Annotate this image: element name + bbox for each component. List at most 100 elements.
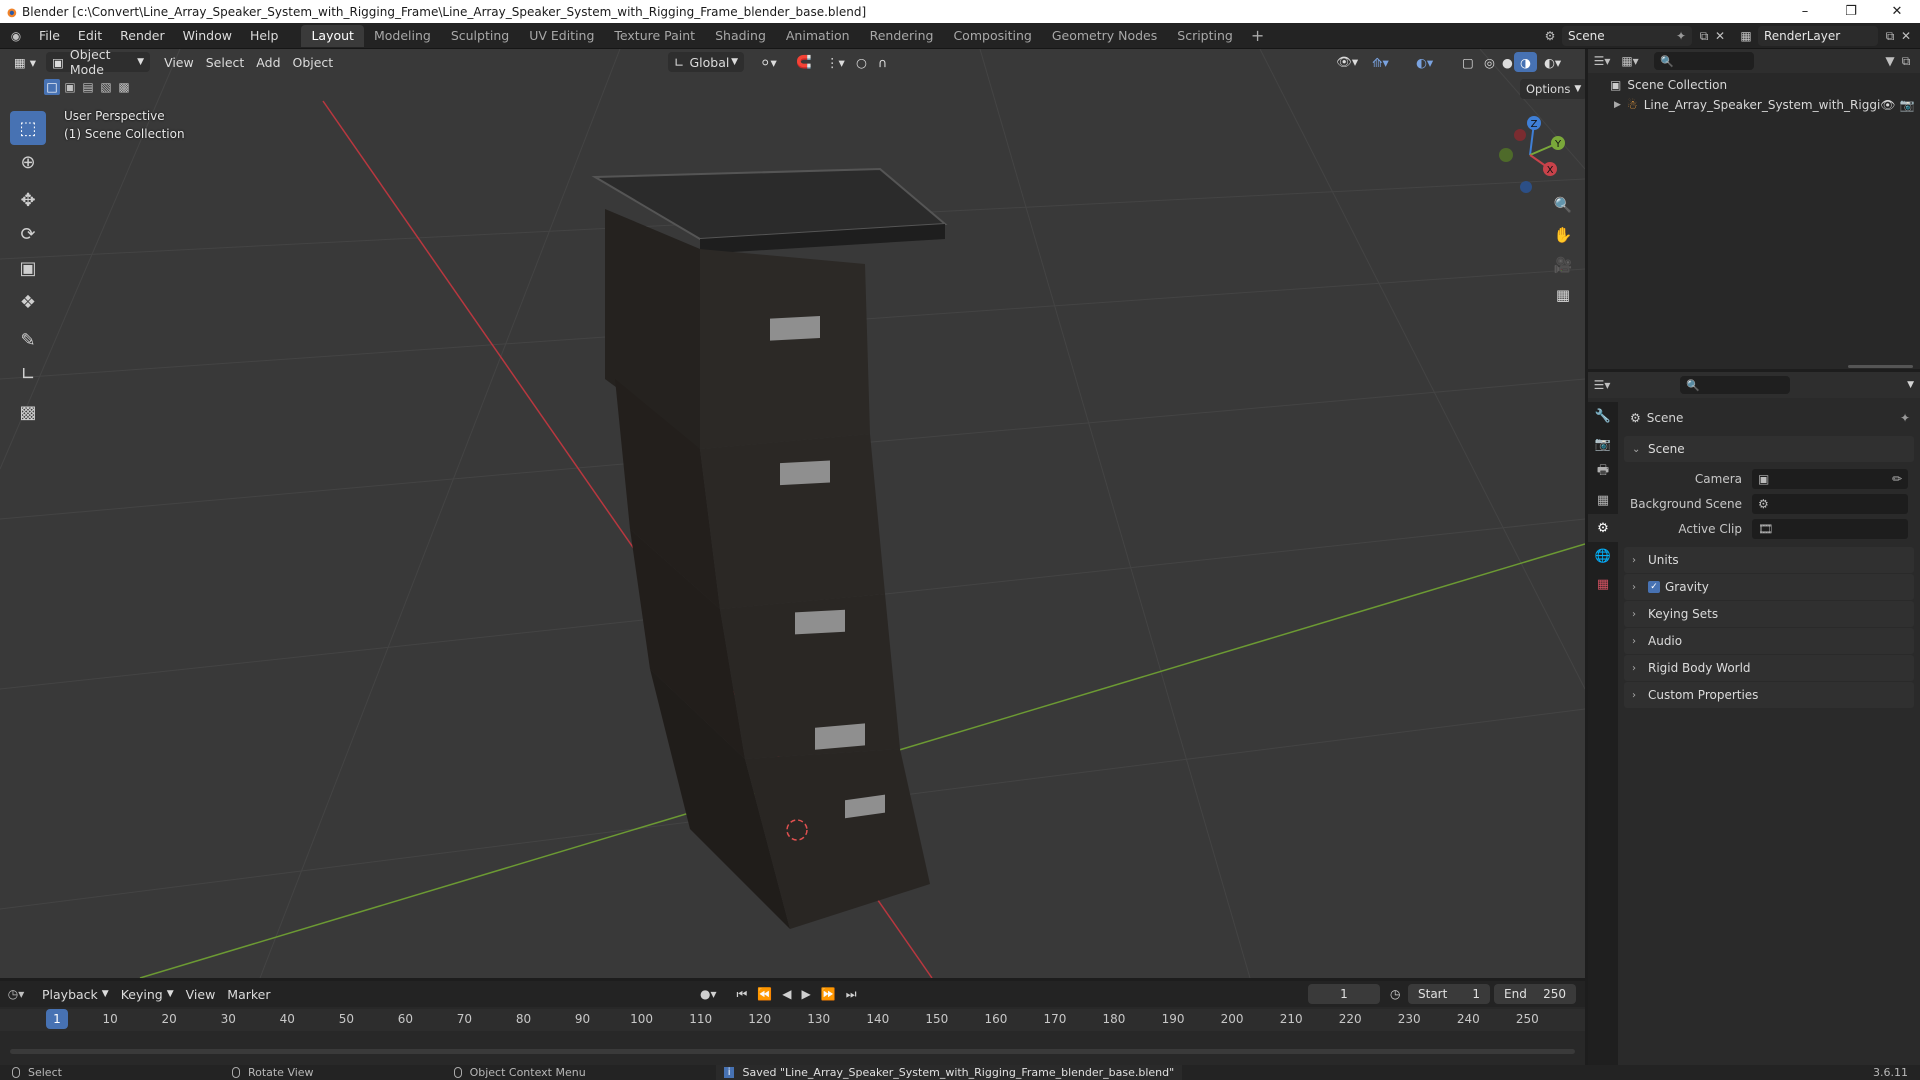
play-icon[interactable]: ▶ xyxy=(802,987,811,1001)
mode-dropdown[interactable]: ▣ Object Mode ▼ xyxy=(46,49,151,77)
tab-shading[interactable]: Shading xyxy=(705,25,776,47)
background-scene-field[interactable]: ⚙ xyxy=(1752,493,1908,514)
annotate-tool[interactable]: ✎ xyxy=(10,323,46,357)
render-layer-icon[interactable]: ▦ xyxy=(1738,28,1754,44)
scene-selector[interactable]: Scene ✦ xyxy=(1562,26,1692,46)
camera-view-icon[interactable]: 🎥 xyxy=(1549,251,1577,279)
tab-rendering[interactable]: Rendering xyxy=(860,25,944,47)
panel-keying-sets[interactable]: › Keying Sets xyxy=(1624,601,1914,627)
panel-custom-properties[interactable]: › Custom Properties xyxy=(1624,682,1914,708)
menu-render[interactable]: Render xyxy=(111,23,174,49)
measure-tool[interactable]: ∟ xyxy=(10,357,46,391)
gravity-checkbox[interactable]: ✓ xyxy=(1648,581,1660,593)
tab-sculpting[interactable]: Sculpting xyxy=(441,25,519,47)
active-clip-field[interactable]: 🎞 xyxy=(1752,518,1908,539)
select-subtract-icon[interactable]: ▤ xyxy=(80,79,96,95)
record-icon[interactable]: ●▾ xyxy=(700,987,717,1001)
next-keyframe-icon[interactable]: ⏩ xyxy=(821,987,836,1001)
tree-row-scene-collection[interactable]: ▣ Scene Collection xyxy=(1588,75,1920,95)
scale-tool[interactable]: ▣ xyxy=(10,251,46,285)
move-tool[interactable]: ✥ xyxy=(10,183,46,217)
select-extend-icon[interactable]: ▣ xyxy=(62,79,78,95)
maximize-button[interactable]: ❐ xyxy=(1828,0,1874,23)
render-layer-selector[interactable]: RenderLayer xyxy=(1758,26,1878,46)
tree-row-object[interactable]: ▶ ☃ Line_Array_Speaker_System_with_Riggi… xyxy=(1588,95,1920,115)
start-frame-field[interactable]: Start 1 xyxy=(1408,984,1490,1004)
menu-marker[interactable]: Marker xyxy=(221,984,276,1004)
menu-edit[interactable]: Edit xyxy=(69,23,111,49)
menu-timeline-view[interactable]: View xyxy=(180,984,222,1004)
menu-add[interactable]: Add xyxy=(250,52,286,72)
new-layer-icon[interactable]: ⧉ xyxy=(1882,28,1898,44)
proportional-edit-icon[interactable]: ○ xyxy=(850,52,873,72)
panel-units[interactable]: › Units xyxy=(1624,547,1914,573)
menu-view[interactable]: View xyxy=(158,52,200,72)
tab-tool-icon[interactable]: 🔧 xyxy=(1588,402,1618,430)
tab-world-icon[interactable]: 🌐 xyxy=(1588,542,1618,570)
tab-geometry-nodes[interactable]: Geometry Nodes xyxy=(1042,25,1167,47)
render-camera-icon[interactable]: 📷 xyxy=(1900,98,1915,112)
outliner-scrollbar[interactable] xyxy=(1848,365,1913,368)
tab-texture-icon[interactable]: ▦ xyxy=(1588,570,1618,598)
material-shading-icon[interactable]: ◑ xyxy=(1514,52,1537,72)
tab-texture-paint[interactable]: Texture Paint xyxy=(604,25,705,47)
tab-uv-editing[interactable]: UV Editing xyxy=(519,25,604,47)
editor-type-icon[interactable]: ▦ ▾ xyxy=(8,52,42,72)
cursor-tool[interactable]: ⊕ xyxy=(10,145,46,179)
rotate-tool[interactable]: ⟳ xyxy=(10,217,46,251)
outliner-search-input[interactable]: 🔍 xyxy=(1654,52,1754,70)
add-cube-tool[interactable]: ▩ xyxy=(10,395,46,429)
3d-viewport[interactable]: ▦ ▾ ▣ Object Mode ▼ View Select Add Obje… xyxy=(0,49,1585,978)
transform-tool[interactable]: ❖ xyxy=(10,285,46,319)
select-invert-icon[interactable]: ▧ xyxy=(98,79,114,95)
outliner-editor-icon[interactable]: ☰▾ xyxy=(1594,53,1611,69)
menu-playback[interactable]: Playback ▼ xyxy=(36,984,115,1004)
pin-icon[interactable]: ✦ xyxy=(1900,411,1910,425)
panel-rigid-body-world[interactable]: › Rigid Body World xyxy=(1624,655,1914,681)
gizmo-toggle-icon[interactable]: ⟰▾ xyxy=(1366,52,1395,72)
expand-arrow-icon[interactable]: ▶ xyxy=(1614,100,1621,110)
menu-file[interactable]: File xyxy=(30,23,69,49)
new-scene-icon[interactable]: ⧉ xyxy=(1696,28,1712,44)
pivot-icon[interactable]: ⚪▾ xyxy=(754,52,783,72)
timeline-ruler[interactable]: 1 10 20 30 40 50 60 70 80 90 100 110 120 130 140 150 160… xyxy=(0,1009,1585,1031)
current-frame-field[interactable]: 1 xyxy=(1308,984,1380,1004)
visibility-icon[interactable]: 👁▾ xyxy=(1330,52,1364,72)
menu-window[interactable]: Window xyxy=(174,23,241,49)
tab-compositing[interactable]: Compositing xyxy=(943,25,1041,47)
new-collection-icon[interactable]: ⧉ xyxy=(1898,53,1914,69)
pan-hand-icon[interactable]: ✋ xyxy=(1549,221,1577,249)
delete-scene-icon[interactable]: ✕ xyxy=(1712,28,1728,44)
menu-help[interactable]: Help xyxy=(241,23,288,49)
display-mode-icon[interactable]: ▦▾ xyxy=(1621,53,1638,69)
camera-field[interactable]: ▣ ✏ xyxy=(1752,468,1908,489)
play-reverse-icon[interactable]: ◀ xyxy=(782,987,791,1001)
timeline-editor-icon[interactable]: ◷▾ xyxy=(8,986,25,1002)
panel-audio[interactable]: › Audio xyxy=(1624,628,1914,654)
eyedropper-icon[interactable]: ✏ xyxy=(1892,472,1902,486)
falloff-icon[interactable]: ∩ xyxy=(872,52,893,72)
snap-target-icon[interactable]: ⋮▾ xyxy=(820,52,851,72)
pin-icon[interactable]: ✦ xyxy=(1676,29,1686,43)
timeline-scrollbar[interactable] xyxy=(10,1049,1575,1054)
menu-object[interactable]: Object xyxy=(287,52,340,72)
end-frame-field[interactable]: End 250 xyxy=(1494,984,1576,1004)
add-workspace-button[interactable]: + xyxy=(1243,26,1272,45)
transform-orientation-dropdown[interactable]: ∟ Global ▼ xyxy=(668,52,744,72)
delete-layer-icon[interactable]: ✕ xyxy=(1898,28,1914,44)
panel-scene[interactable]: ⌄ Scene xyxy=(1624,436,1914,462)
clock-icon[interactable]: ◷ xyxy=(1390,987,1400,1001)
scene-icon[interactable]: ⚙ xyxy=(1542,28,1558,44)
menu-select[interactable]: Select xyxy=(200,52,251,72)
jump-end-icon[interactable]: ⏭ xyxy=(846,987,857,1002)
select-new-icon[interactable]: □ xyxy=(44,79,60,95)
tab-modeling[interactable]: Modeling xyxy=(364,25,441,47)
rendered-shading-icon[interactable]: ◐▾ xyxy=(1538,52,1567,72)
close-window-button[interactable]: ✕ xyxy=(1874,0,1920,23)
select-box-tool[interactable]: ⬚ xyxy=(10,111,46,145)
menu-keying[interactable]: Keying ▼ xyxy=(115,984,180,1004)
navigation-gizmo[interactable]: Z Y X xyxy=(1490,113,1570,193)
jump-start-icon[interactable]: ⏮ xyxy=(737,987,748,1002)
xray-icon[interactable]: ▢ xyxy=(1456,52,1480,72)
zoom-icon[interactable]: 🔍 xyxy=(1549,191,1577,219)
